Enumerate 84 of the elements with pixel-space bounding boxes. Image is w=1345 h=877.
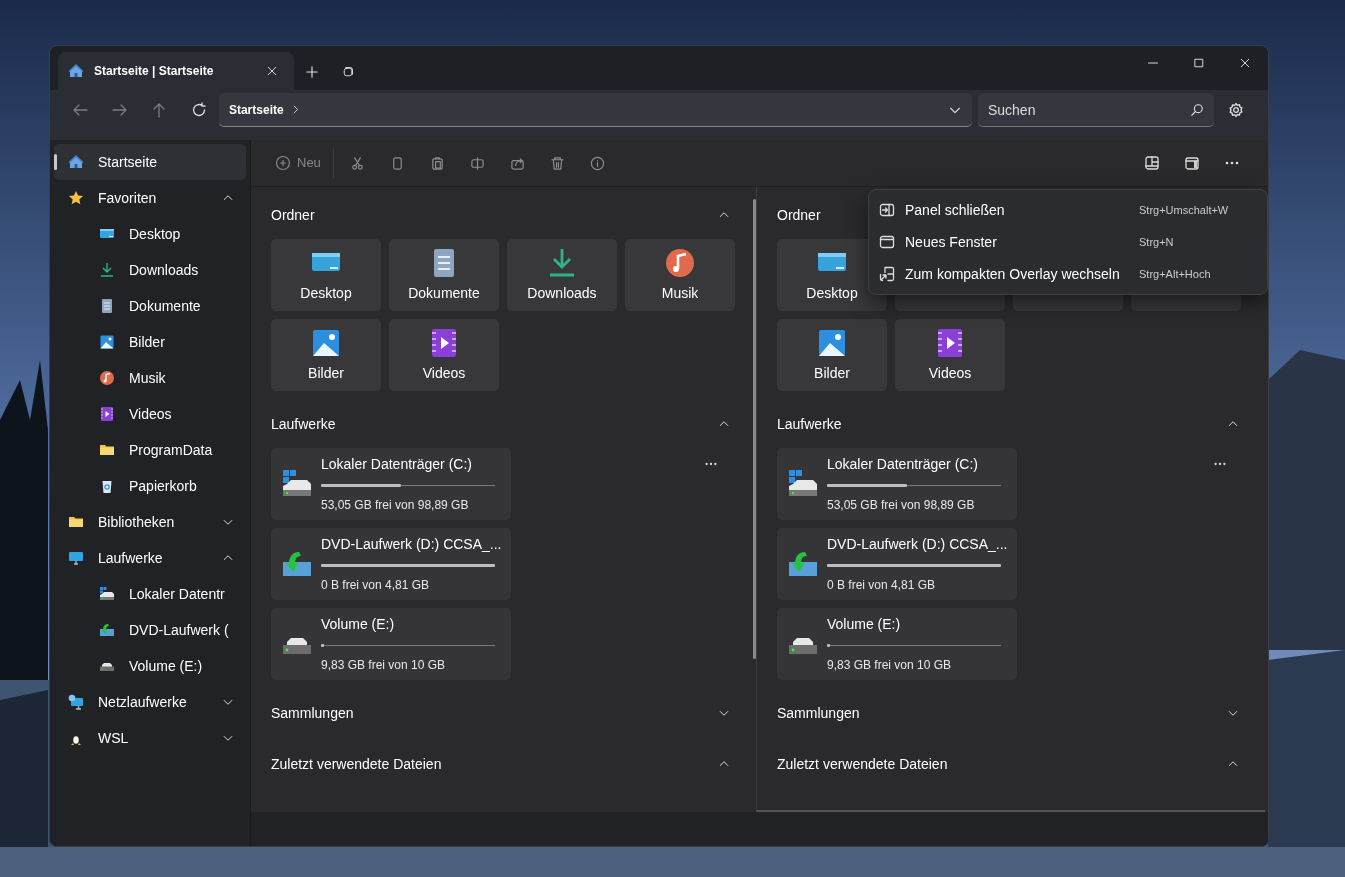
star-icon <box>68 190 84 206</box>
video-icon <box>99 406 115 422</box>
sidebar-item[interactable]: Dokumente <box>54 288 246 324</box>
preview-pane-icon <box>1184 155 1200 171</box>
sidebar-item[interactable]: DVD-Laufwerk ( <box>54 612 246 648</box>
drive-card[interactable]: DVD-Laufwerk (D:) CCSA_... 0 B frei von 4,81 GB <box>777 528 1017 600</box>
breadcrumb[interactable]: Startseite <box>228 100 284 119</box>
settings-icon <box>1228 102 1245 119</box>
hard-drive-icon <box>99 586 115 602</box>
dual-pane-icon <box>1144 155 1160 171</box>
folder-icon <box>99 442 115 458</box>
shortcut-text: Strg+Alt+Hoch <box>1139 266 1212 282</box>
section-title: Zuletzt verwendete Dateien <box>777 754 948 774</box>
sidebar-item[interactable]: Downloads <box>54 252 246 288</box>
plus-circle-icon <box>275 155 291 171</box>
refresh-icon <box>191 102 208 119</box>
menu-item[interactable]: Panel schließen Strg+Umschalt+W <box>869 194 1267 226</box>
sidebar-item[interactable]: Desktop <box>54 216 246 252</box>
sidebar-item[interactable]: WSL <box>54 720 246 756</box>
sidebar-item[interactable]: Volume (E:) <box>54 648 246 684</box>
info-icon <box>590 155 606 171</box>
network-drive-icon <box>68 694 84 710</box>
section-title: Laufwerke <box>271 414 336 434</box>
trash-icon <box>550 155 566 171</box>
sidebar-item[interactable]: Musik <box>54 360 246 396</box>
section-title: Ordner <box>777 205 821 225</box>
monitor-icon <box>68 550 84 566</box>
download-icon <box>99 262 115 278</box>
scissors-icon <box>350 155 366 171</box>
sidebar-item[interactable]: Netzlaufwerke <box>54 684 246 720</box>
sidebar-item[interactable]: Videos <box>54 396 246 432</box>
maximize-icon <box>1193 57 1205 69</box>
section-title: Ordner <box>271 205 315 225</box>
house-icon <box>68 63 84 80</box>
duplicate-icon <box>342 66 354 79</box>
shortcut-text: Strg+N <box>1139 234 1175 250</box>
image-icon <box>99 334 115 350</box>
optical-drive-icon <box>99 622 115 638</box>
overlay-icon <box>879 266 895 282</box>
new-button[interactable]: Neu <box>267 147 329 179</box>
section-title: Sammlungen <box>271 703 354 723</box>
folder-tile[interactable]: Bilder <box>271 319 381 391</box>
folder-tile[interactable]: Desktop <box>271 239 381 311</box>
sidebar-item[interactable]: Papierkorb <box>54 468 246 504</box>
folder-tile[interactable]: Videos <box>389 319 499 391</box>
sidebar-item[interactable]: Favoriten <box>54 180 246 216</box>
drive-card[interactable]: Volume (E:) 9,83 GB frei von 10 GB <box>271 608 511 680</box>
tab[interactable]: Startseite | Startseite <box>58 52 294 91</box>
document-icon <box>99 298 115 314</box>
section-title: Laufwerke <box>777 414 842 434</box>
music-note-icon <box>99 370 115 386</box>
sidebar-item[interactable]: Lokaler Datentr <box>54 576 246 612</box>
music-note-icon <box>664 246 696 279</box>
sidebar-item[interactable]: Startseite <box>54 144 246 180</box>
drive-card[interactable]: DVD-Laufwerk (D:) CCSA_... 0 B frei von 4,81 GB <box>271 528 511 600</box>
folder-icon <box>68 514 84 530</box>
drive-card[interactable]: Volume (E:) 9,83 GB frei von 10 GB <box>777 608 1017 680</box>
folder-tile[interactable]: Downloads <box>507 239 617 311</box>
section-title: Zuletzt verwendete Dateien <box>271 754 442 774</box>
folder-tile[interactable]: Videos <box>895 319 1005 391</box>
address-bar[interactable]: Startseite <box>218 93 972 128</box>
window-icon <box>879 234 895 250</box>
close-icon <box>1239 57 1251 69</box>
sidebar-item[interactable]: Bilder <box>54 324 246 360</box>
plus-icon <box>305 65 319 80</box>
rename-icon <box>470 155 486 171</box>
house-icon <box>68 154 84 170</box>
search-icon <box>1190 103 1205 118</box>
sidebar-item[interactable]: Bibliotheken <box>54 504 246 540</box>
folder-tile[interactable]: Bilder <box>777 319 887 391</box>
folder-tile[interactable]: Dokumente <box>389 239 499 311</box>
close-icon <box>266 65 278 78</box>
drive-card[interactable]: Lokaler Datenträger (C:) 53,05 GB frei von 98,89 GB <box>777 448 1017 520</box>
folder-tile[interactable]: Musik <box>625 239 735 311</box>
section-title: Sammlungen <box>777 703 860 723</box>
drive-card[interactable]: Lokaler Datenträger (C:) 53,05 GB frei von 98,89 GB <box>271 448 511 520</box>
scrollbar[interactable] <box>753 199 756 659</box>
sidebar-item[interactable]: Laufwerke <box>54 540 246 576</box>
search-field[interactable]: Suchen <box>977 93 1215 128</box>
close-pane-icon <box>879 202 895 218</box>
share-icon <box>510 155 526 171</box>
shortcut-text: Strg+Umschalt+W <box>1139 202 1230 218</box>
sidebar-item[interactable]: ProgramData <box>54 432 246 468</box>
clipboard-icon <box>430 155 446 171</box>
